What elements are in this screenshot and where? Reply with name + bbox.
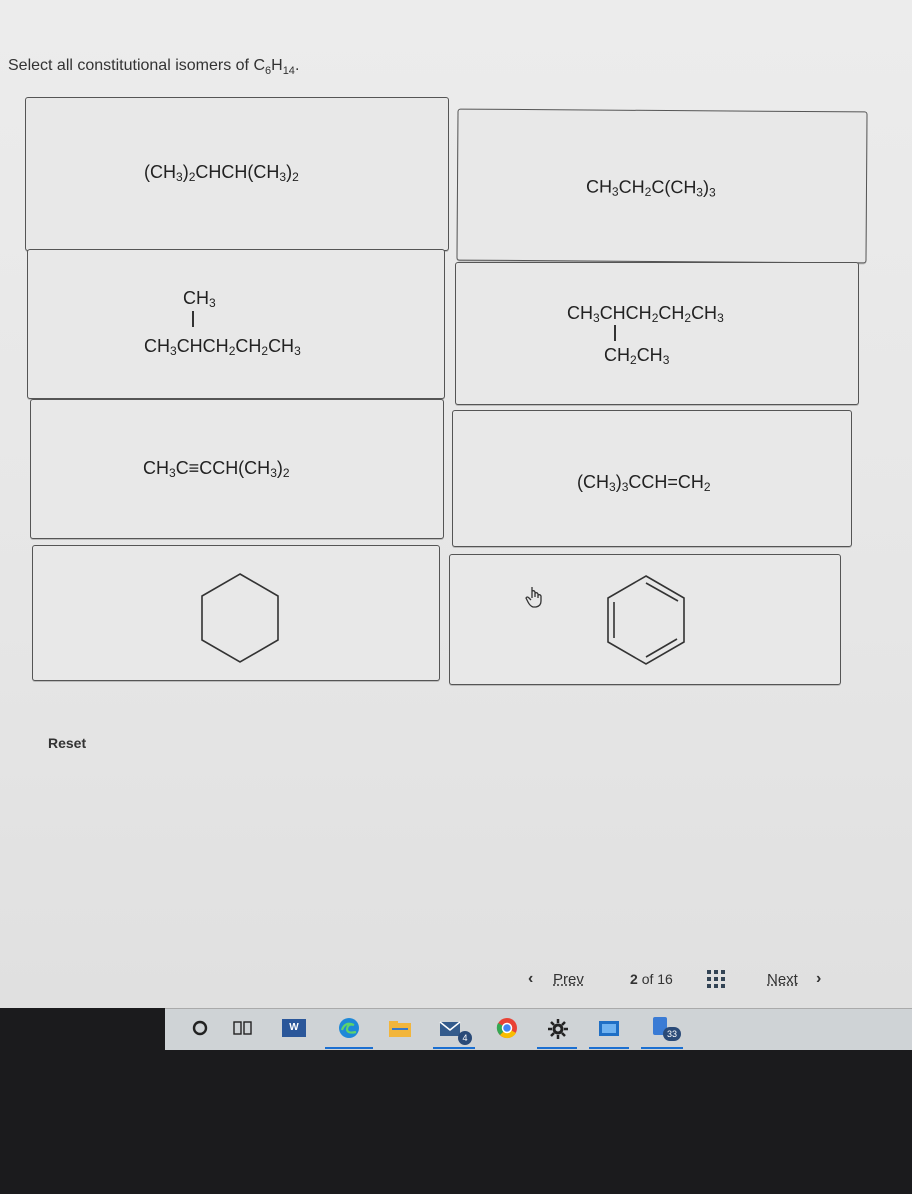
- formula-text: C(CH: [651, 176, 697, 198]
- formula-subscript: 3: [209, 296, 216, 310]
- formula-f: (CH3)3CCH=CH2: [577, 472, 711, 494]
- formula-text: CCH=CH: [628, 472, 704, 492]
- formula-text: CH: [585, 176, 613, 197]
- formula-subscript: 3: [176, 170, 183, 184]
- screen: Select all constitutional isomers of C6H…: [0, 0, 912, 1010]
- bond-line-d: [614, 325, 616, 341]
- formula-a: (CH3)2CHCH(CH3)2: [144, 162, 299, 184]
- formula-e: CH3C≡CCH(CH3)2: [143, 458, 290, 480]
- formula-text: (CH: [144, 162, 176, 182]
- formula-subscript: 3: [708, 185, 716, 200]
- option-card-b[interactable]: CH3CH2C(CH3)3: [456, 108, 868, 264]
- formula-subscript: 3: [717, 311, 724, 325]
- prev-link[interactable]: Prev: [553, 971, 584, 988]
- formula-b: CH3CH2C(CH3)3: [586, 176, 716, 199]
- taskbar: W 4 33: [165, 1008, 912, 1051]
- formula-text: CH: [235, 336, 262, 356]
- prev-chevron-icon[interactable]: ‹: [528, 970, 533, 988]
- formula-subscript: 3: [270, 466, 277, 480]
- formula-subscript: 3: [169, 466, 176, 480]
- next-link[interactable]: Next: [767, 971, 798, 988]
- option-card-e[interactable]: CH3C≡CCH(CH3)2: [30, 399, 444, 539]
- question-text: Select all constitutional isomers of C6H…: [8, 57, 300, 78]
- teams-badge: 33: [663, 1027, 681, 1041]
- bond-line-c: [192, 311, 194, 327]
- formula-text: CH: [268, 336, 295, 356]
- formula-text: CHCH: [176, 336, 229, 356]
- option-card-a[interactable]: (CH3)2CHCH(CH3)2: [25, 97, 449, 251]
- formula-subscript: 3: [609, 480, 616, 494]
- formula-text: C≡CCH(CH: [175, 458, 271, 478]
- grid-view-icon[interactable]: [707, 970, 725, 988]
- formula-text: CHCH(CH: [195, 162, 280, 182]
- mail-badge: 4: [458, 1031, 472, 1045]
- monitor-bezel-left: [0, 1008, 165, 1050]
- formula-subscript: 3: [662, 353, 670, 367]
- formula-d-branch: CH2CH3: [604, 345, 669, 367]
- formula-text: (CH: [577, 472, 609, 492]
- cortana-icon[interactable]: [191, 1019, 209, 1037]
- formula-text: CH: [144, 336, 170, 356]
- option-card-d[interactable]: CH3CHCH2CH2CH3 CH2CH3: [455, 262, 859, 405]
- formula-subscript: 3: [294, 344, 301, 358]
- formula-text: CH: [567, 303, 593, 323]
- formula-text: CH: [604, 345, 630, 365]
- formula-subscript: 2: [630, 353, 637, 367]
- mail-active-indicator: [433, 1047, 475, 1049]
- benzene-structure: [607, 575, 685, 665]
- settings-gear-icon[interactable]: [547, 1018, 569, 1040]
- formula-text: CH: [143, 458, 169, 478]
- formula-c-branch: CH3: [183, 288, 216, 310]
- formula-subscript: 2: [703, 480, 711, 494]
- teams-active-indicator: [641, 1047, 683, 1049]
- settings-active-indicator: [537, 1047, 577, 1049]
- option-card-g[interactable]: [32, 545, 440, 681]
- formula-text: CHCH: [599, 303, 652, 323]
- word-icon[interactable]: W: [282, 1019, 306, 1037]
- option-card-c[interactable]: CH3 CH3CHCH2CH2CH3: [27, 249, 445, 399]
- edge-browser-icon[interactable]: [337, 1016, 361, 1040]
- formula-d: CH3CHCH2CH2CH3: [567, 303, 724, 325]
- formula-subscript: 3: [170, 344, 177, 358]
- formula-subscript: 3: [593, 311, 600, 325]
- formula-c: CH3CHCH2CH2CH3: [144, 336, 301, 358]
- option-card-h[interactable]: [449, 554, 841, 685]
- hand-cursor-icon: [525, 587, 542, 608]
- chrome-icon[interactable]: [495, 1016, 519, 1040]
- formula-text: CH: [183, 288, 209, 308]
- edge-active-indicator: [325, 1047, 373, 1049]
- formula-text: CH: [658, 303, 685, 323]
- app-window-icon[interactable]: [597, 1019, 621, 1039]
- next-chevron-icon[interactable]: ›: [816, 970, 821, 988]
- cyclohexane-structure: [201, 573, 279, 663]
- reset-button[interactable]: Reset: [48, 735, 86, 751]
- monitor-bezel: [0, 1050, 912, 1194]
- formula-text: CH: [636, 345, 663, 365]
- file-explorer-icon[interactable]: [388, 1019, 412, 1039]
- app-active-indicator: [589, 1047, 629, 1049]
- formula-text: CH: [691, 303, 718, 323]
- formula-subscript: 2: [292, 170, 299, 184]
- option-card-f[interactable]: (CH3)3CCH=CH2: [452, 410, 852, 547]
- formula-subscript: 2: [282, 466, 290, 480]
- task-view-icon[interactable]: [233, 1019, 253, 1037]
- formula-text: CH: [618, 176, 645, 197]
- page-indicator: 2 of 16: [630, 971, 673, 987]
